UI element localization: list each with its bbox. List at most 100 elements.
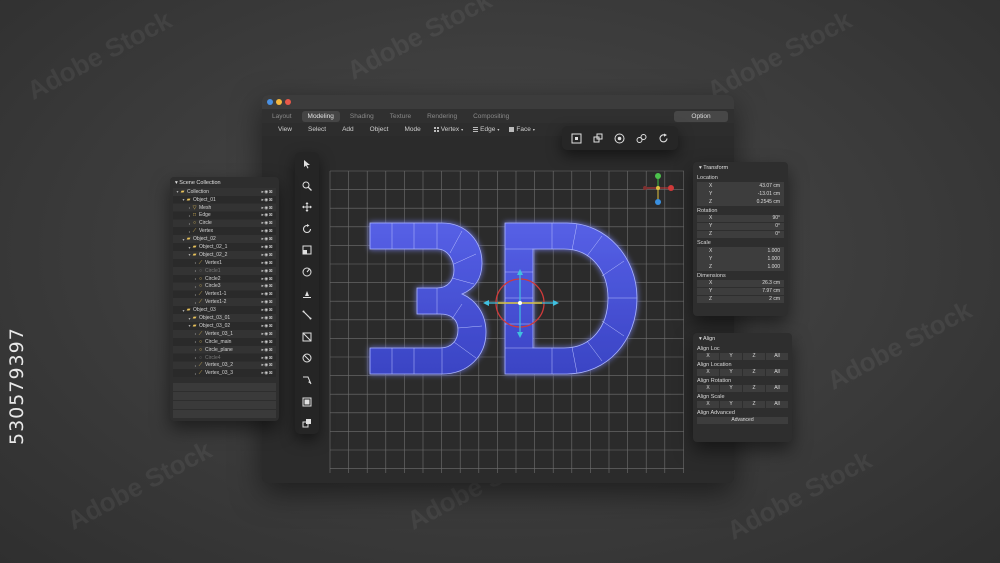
axis-navigator[interactable] <box>643 173 674 205</box>
tab-texture[interactable]: Texture <box>384 111 417 122</box>
snap-icon[interactable] <box>570 131 584 145</box>
transform-field[interactable]: Z 0.2545 cm <box>697 197 784 206</box>
menu-mode[interactable]: Mode <box>396 126 428 133</box>
tree-row[interactable]: • ⟋ Vertex ▸◉⊠ <box>173 227 276 236</box>
cut-icon[interactable] <box>300 330 314 344</box>
transform-field[interactable]: Y -13.01 cm <box>697 189 784 198</box>
visibility-toggles[interactable]: ▸◉⊠ <box>262 260 273 266</box>
tree-row[interactable]: ▾ ▰ Object_02_1 ▸◉⊠ <box>173 243 276 251</box>
visibility-toggles[interactable]: ▸◉⊠ <box>262 205 273 211</box>
tree-row[interactable]: • ⟋ Vertex1 ▸◉⊠ <box>173 259 276 267</box>
menu-view[interactable]: View <box>270 126 300 133</box>
tree-row[interactable]: ▾ ▰ Object_03 ▸◉⊠ <box>173 306 276 314</box>
field-value[interactable]: 0° <box>775 223 780 229</box>
visibility-toggles[interactable]: ▸◉⊠ <box>262 268 273 274</box>
align-axis-button[interactable]: X <box>697 385 719 392</box>
transform-field[interactable]: X 43.07 cm <box>697 182 784 190</box>
vertex-select-dropdown[interactable]: Vertex ▾ <box>429 126 468 133</box>
traffic-light-maximize[interactable] <box>285 99 291 105</box>
scale-icon[interactable] <box>300 243 314 257</box>
visibility-toggles[interactable]: ▸◉⊠ <box>262 355 273 361</box>
menu-select[interactable]: Select <box>300 126 334 133</box>
align-axis-button[interactable]: Z <box>743 385 765 392</box>
link-icon[interactable] <box>635 131 649 145</box>
field-value[interactable]: 0.2545 cm <box>757 199 780 205</box>
pivot-icon[interactable] <box>613 131 627 145</box>
field-value[interactable]: -13.01 cm <box>758 191 780 197</box>
field-value[interactable]: 90° <box>772 215 780 221</box>
tree-row[interactable]: ▾ ▰ Object_02_2 ▸◉⊠ <box>173 251 276 259</box>
field-value[interactable]: 43.07 cm <box>759 183 780 189</box>
tab-modeling[interactable]: Modeling <box>301 110 340 122</box>
visibility-toggles[interactable]: ▸◉⊠ <box>262 347 273 353</box>
option-button[interactable]: Option <box>674 111 728 122</box>
tab-shading[interactable]: Shading <box>344 111 380 122</box>
transform-field[interactable]: Z 2 cm <box>697 295 784 304</box>
align-axis-button[interactable]: Y <box>720 353 742 360</box>
tree-row[interactable]: • ○ Circle4 ▸◉⊠ <box>173 353 276 362</box>
visibility-toggles[interactable]: ▸◉⊠ <box>262 212 273 218</box>
align-axis-button[interactable]: Y <box>720 401 742 408</box>
visibility-toggles[interactable]: ▸◉⊠ <box>262 236 273 242</box>
visibility-toggles[interactable]: ▸◉⊠ <box>262 291 273 297</box>
transform-field[interactable]: Y 0° <box>697 222 784 231</box>
visibility-toggles[interactable]: ▸◉⊠ <box>262 323 273 329</box>
knife-icon[interactable] <box>300 373 314 387</box>
transform-field[interactable]: X 26.3 cm <box>697 279 784 288</box>
advanced-button[interactable]: Advanced <box>697 417 788 424</box>
traffic-light-close[interactable] <box>267 99 273 105</box>
align-axis-button[interactable]: Y <box>720 369 742 376</box>
tree-row[interactable]: • ○ Circle_plane ▸◉⊠ <box>173 345 276 354</box>
align-axis-button[interactable]: Z <box>743 369 765 376</box>
inset-icon[interactable] <box>300 416 314 430</box>
align-axis-button[interactable]: All <box>766 369 788 376</box>
field-value[interactable]: 26.3 cm <box>762 280 780 286</box>
extrude-icon[interactable] <box>300 395 314 409</box>
tree-row[interactable]: ▾ ▰ Object_01 ▸◉⊠ <box>173 195 276 204</box>
visibility-toggles[interactable]: ▸◉⊠ <box>262 307 273 313</box>
tab-rendering[interactable]: Rendering <box>421 111 463 122</box>
refresh-icon[interactable] <box>656 131 670 145</box>
tree-row[interactable]: • ○ Circle1 ▸◉⊠ <box>173 266 276 275</box>
visibility-toggles[interactable]: ▸◉⊠ <box>262 362 273 368</box>
tree-row[interactable]: • ▽ Mesh ▸◉⊠ <box>173 203 276 212</box>
edge-select-dropdown[interactable]: Edge ▾ <box>468 126 504 133</box>
zoom-icon[interactable] <box>300 179 314 193</box>
align-axis-button[interactable]: Y <box>720 385 742 392</box>
tree-row[interactable]: ▾ ▰ Collection ▸◉⊠ <box>173 188 276 196</box>
align-axis-button[interactable]: All <box>766 353 788 360</box>
field-value[interactable]: 1.000 <box>767 256 780 262</box>
transform-field[interactable]: X 1.000 <box>697 247 784 255</box>
viewport-canvas[interactable] <box>262 136 734 483</box>
visibility-toggles[interactable]: ▸◉⊠ <box>262 189 273 195</box>
visibility-toggles[interactable]: ▸◉⊠ <box>262 220 273 226</box>
transform-icon[interactable] <box>300 265 314 279</box>
tree-row[interactable]: • ⟋ Vertex1-1 ▸◉⊠ <box>173 290 276 299</box>
transform-field[interactable]: X 90° <box>697 214 784 223</box>
field-value[interactable]: 1.000 <box>767 264 780 270</box>
cursor-icon[interactable] <box>300 157 314 171</box>
face-select-dropdown[interactable]: Face ▾ <box>504 126 539 133</box>
traffic-light-minimize[interactable] <box>276 99 282 105</box>
visibility-toggles[interactable]: ▸◉⊠ <box>262 331 273 337</box>
visibility-toggles[interactable]: ▸◉⊠ <box>262 276 273 282</box>
tree-row[interactable]: • ⟋ Vertex_03_3 ▸◉⊠ <box>173 369 276 378</box>
menu-add[interactable]: Add <box>334 126 362 133</box>
align-axis-button[interactable]: All <box>766 401 788 408</box>
mesh-d-shape[interactable] <box>504 222 638 375</box>
visibility-toggles[interactable]: ▸◉⊠ <box>262 228 273 234</box>
scene-collection-title[interactable]: ▾ Scene Collection <box>173 179 276 188</box>
tree-row[interactable]: • ⟋ Vertex_03_1 ▸◉⊠ <box>173 330 276 338</box>
transform-title[interactable]: ▾ Transform <box>697 164 784 173</box>
field-value[interactable]: 0° <box>775 231 780 237</box>
move-icon[interactable] <box>300 200 314 214</box>
annotate-icon[interactable] <box>300 287 314 301</box>
tree-row[interactable]: • ○ Circle3 ▸◉⊠ <box>173 282 276 291</box>
tree-row[interactable]: • ○ Circle ▸◉⊠ <box>173 219 276 228</box>
transform-field[interactable]: Z 1.000 <box>697 263 784 271</box>
visibility-toggles[interactable]: ▸◉⊠ <box>262 315 273 321</box>
field-value[interactable]: 1.000 <box>767 248 780 254</box>
visibility-toggles[interactable]: ▸◉⊠ <box>262 283 273 289</box>
measure-icon[interactable] <box>300 308 314 322</box>
tree-row[interactable]: • ⟋ Vertex_03_2 ▸◉⊠ <box>173 361 276 370</box>
